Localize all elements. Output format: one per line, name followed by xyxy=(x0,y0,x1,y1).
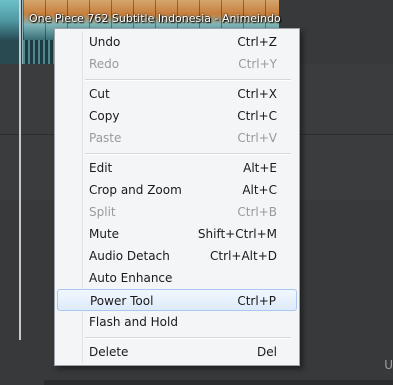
menu-item-redo[interactable]: Redo Ctrl+Y xyxy=(57,53,297,75)
menu-item-flash-and-hold[interactable]: Flash and Hold xyxy=(57,311,297,333)
menu-item-power-tool[interactable]: Power Tool Ctrl+P xyxy=(57,289,297,311)
menu-item-label: Power Tool xyxy=(90,294,154,308)
menu-item-shortcut: Shift+Ctrl+M xyxy=(197,227,277,241)
previous-clip-audio xyxy=(0,40,20,64)
menu-item-shortcut: Ctrl+Alt+D xyxy=(210,249,277,263)
corner-label: U xyxy=(384,358,393,372)
menu-item-shortcut: Ctrl+X xyxy=(237,87,277,101)
menu-item-label: Crop and Zoom xyxy=(89,183,182,197)
menu-item-delete[interactable]: Delete Del xyxy=(57,341,297,363)
menu-item-label: Edit xyxy=(89,161,113,175)
menu-item-paste[interactable]: Paste Ctrl+V xyxy=(57,127,297,149)
menu-item-shortcut: Ctrl+Y xyxy=(238,57,277,71)
menu-item-label: Mute xyxy=(89,227,120,241)
menu-item-undo[interactable]: Undo Ctrl+Z xyxy=(57,31,297,53)
menu-item-mute[interactable]: Mute Shift+Ctrl+M xyxy=(57,223,297,245)
menu-item-shortcut: Ctrl+B xyxy=(237,205,277,219)
menu-separator xyxy=(85,153,291,155)
menu-item-label: Paste xyxy=(89,131,122,145)
menu-item-label: Copy xyxy=(89,109,120,123)
menu-separator xyxy=(85,79,291,81)
menu-item-shortcut: Alt+C xyxy=(242,183,277,197)
menu-item-label: Audio Detach xyxy=(89,249,170,263)
menu-item-split[interactable]: Split Ctrl+B xyxy=(57,201,297,223)
menu-item-label: Redo xyxy=(89,57,120,71)
menu-item-label: Delete xyxy=(89,345,129,359)
menu-item-copy[interactable]: Copy Ctrl+C xyxy=(57,105,297,127)
menu-item-cut[interactable]: Cut Ctrl+X xyxy=(57,83,297,105)
menu-item-edit[interactable]: Edit Alt+E xyxy=(57,157,297,179)
menu-item-shortcut: Ctrl+Z xyxy=(237,35,277,49)
menu-item-shortcut: Del xyxy=(257,345,277,359)
context-menu: Undo Ctrl+Z Redo Ctrl+Y Cut Ctrl+X Copy … xyxy=(54,28,300,366)
menu-item-audio-detach[interactable]: Audio Detach Ctrl+Alt+D xyxy=(57,245,297,267)
menu-separator xyxy=(85,337,291,339)
menu-item-label: Cut xyxy=(89,87,110,101)
previous-clip-thumbnail[interactable] xyxy=(0,0,20,40)
menu-item-shortcut: Ctrl+V xyxy=(237,131,277,145)
menu-item-auto-enhance[interactable]: Auto Enhance xyxy=(57,267,297,289)
menu-item-crop-and-zoom[interactable]: Crop and Zoom Alt+C xyxy=(57,179,297,201)
timeline-scrollbar[interactable] xyxy=(44,380,393,385)
menu-item-label: Auto Enhance xyxy=(89,271,173,285)
playhead[interactable] xyxy=(19,0,21,340)
menu-item-label: Undo xyxy=(89,35,121,49)
clip-title: One Piece 762 Subtitle Indonesia - Anime… xyxy=(29,12,281,25)
menu-item-shortcut: Alt+E xyxy=(243,161,277,175)
menu-item-label: Flash and Hold xyxy=(89,315,178,329)
menu-item-label: Split xyxy=(89,205,116,219)
menu-item-shortcut: Ctrl+P xyxy=(237,294,276,308)
menu-item-shortcut: Ctrl+C xyxy=(237,109,277,123)
